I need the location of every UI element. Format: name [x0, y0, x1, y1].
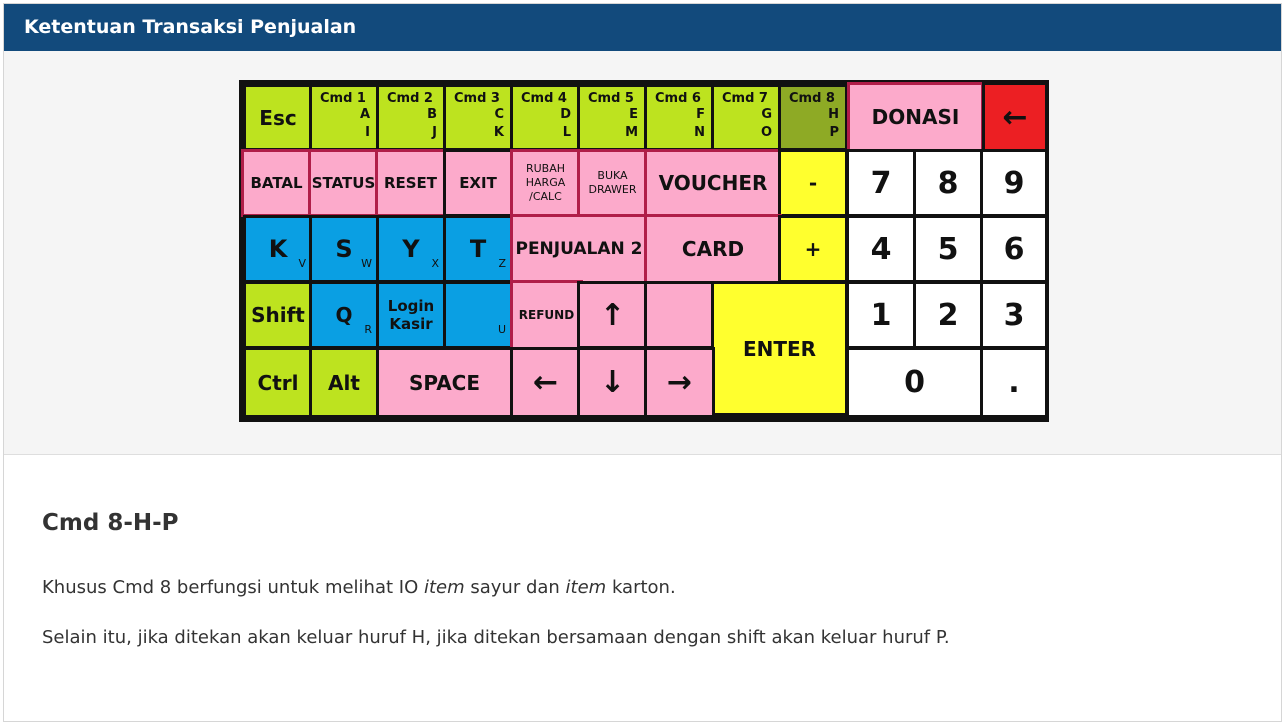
key-status: STATUS [308, 149, 379, 217]
key-buka-drawer: BUKA DRAWER [577, 149, 648, 217]
key-alt: Alt [309, 347, 379, 418]
key-card: CARD [644, 214, 782, 284]
key-donasi: DONASI [847, 82, 984, 152]
key-plus: + [778, 215, 848, 283]
key-4: 4 [846, 215, 916, 283]
key-q: QR [309, 281, 379, 349]
key-voucher: VOUCHER [644, 149, 782, 217]
description-heading: Cmd 8-H-P [42, 510, 179, 536]
key-s: SW [309, 215, 379, 283]
key-batal: BATAL [241, 149, 312, 217]
key-ctrl: Ctrl [243, 347, 313, 418]
key-cmd-8: Cmd 8HP [778, 84, 848, 151]
key-9: 9 [980, 149, 1048, 217]
key-y: YX [376, 215, 446, 283]
key-8: 8 [913, 149, 983, 217]
arrow-up-icon: ↑ [599, 297, 626, 333]
key-esc: Esc [243, 84, 313, 151]
key-u: U [443, 281, 513, 349]
key-arrow-down: ↓ [577, 347, 648, 418]
key-arrow-right: → [644, 347, 715, 418]
key-7: 7 [846, 149, 916, 217]
key-cmd-4: Cmd 4DL [510, 84, 580, 151]
description-section: Cmd 8-H-P Khusus Cmd 8 berfungsi untuk m… [4, 455, 1281, 721]
description-paragraph-1: Khusus Cmd 8 berfungsi untuk melihat IO … [42, 577, 676, 598]
key-t: TZ [443, 215, 513, 283]
key-dot: . [980, 347, 1048, 418]
key-space: SPACE [376, 347, 513, 418]
key-cmd-6: Cmd 6FN [644, 84, 714, 151]
keyboard-diagram: Esc Cmd 1AI Cmd 2BJ Cmd 3CK Cmd 4DL Cmd … [239, 80, 1049, 422]
key-2: 2 [913, 281, 983, 349]
key-cmd-2: Cmd 2BJ [376, 84, 446, 151]
key-login-kasir: Login Kasir [376, 281, 446, 349]
key-arrow-up: ↑ [577, 281, 648, 349]
description-paragraph-2: Selain itu, jika ditekan akan keluar hur… [42, 627, 950, 648]
key-blank [644, 281, 715, 349]
key-cmd-1: Cmd 1AI [309, 84, 379, 151]
key-backspace: ← [982, 82, 1048, 152]
key-reset: RESET [375, 149, 446, 217]
arrow-left-icon: ← [532, 365, 559, 400]
section-header: Ketentuan Transaksi Penjualan [4, 4, 1281, 51]
key-shift: Shift [243, 281, 313, 349]
key-minus: - [778, 149, 848, 217]
keyboard-image-area: Esc Cmd 1AI Cmd 2BJ Cmd 3CK Cmd 4DL Cmd … [4, 51, 1281, 455]
key-enter: ENTER [711, 281, 848, 416]
key-cmd-3: Cmd 3CK [443, 84, 513, 151]
arrow-right-icon: → [666, 365, 693, 400]
key-3: 3 [980, 281, 1048, 349]
key-penjualan-2: PENJUALAN 2 [510, 214, 648, 284]
key-6: 6 [980, 215, 1048, 283]
arrow-down-icon: ↓ [599, 365, 626, 400]
key-exit: EXIT [443, 149, 513, 217]
key-1: 1 [846, 281, 916, 349]
section-title: Ketentuan Transaksi Penjualan [24, 16, 357, 38]
key-refund: REFUND [510, 280, 583, 350]
key-cmd-7: Cmd 7GO [711, 84, 781, 151]
arrow-left-icon: ← [1002, 99, 1028, 135]
key-rubah-harga: RUBAH HARGA/CALC [510, 149, 581, 217]
key-cmd-5: Cmd 5EM [577, 84, 647, 151]
key-arrow-left: ← [510, 347, 581, 418]
page-frame: Ketentuan Transaksi Penjualan Esc Cmd 1A… [3, 3, 1282, 722]
key-5: 5 [913, 215, 983, 283]
key-0: 0 [846, 347, 983, 418]
key-k: KV [243, 215, 313, 283]
